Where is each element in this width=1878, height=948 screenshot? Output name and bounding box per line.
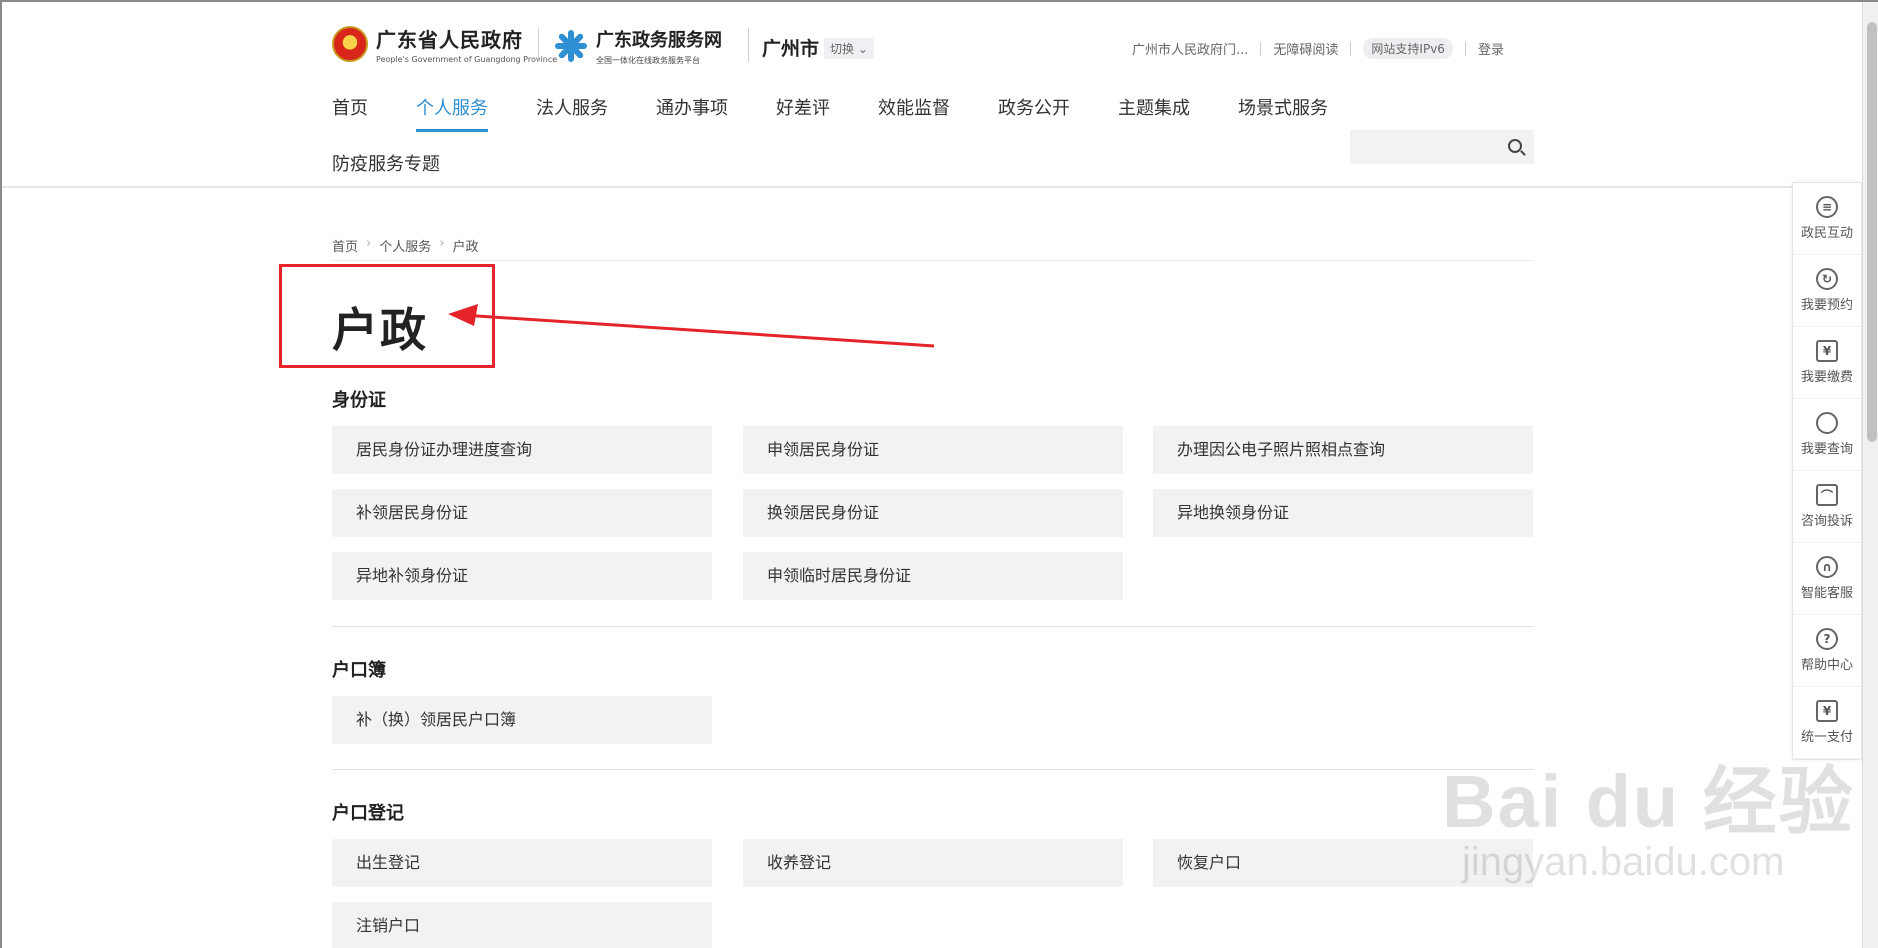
sidebar-item-customer-service[interactable]: ∩ 智能客服 (1793, 543, 1861, 615)
national-emblem-icon (332, 26, 368, 62)
ipv6-badge: 网站支持IPv6 (1363, 38, 1453, 59)
page: 广东省人民政府 People's Government of Guangdong… (0, 0, 1878, 948)
city-name: 广州市 (762, 38, 820, 60)
nav-efficiency-supervision[interactable]: 效能监督 (878, 94, 950, 132)
chat-icon: ≡ (1816, 196, 1838, 218)
logo-divider (538, 28, 539, 62)
gov-name-en: People's Government of Guangdong Provinc… (376, 55, 558, 64)
breadcrumb-divider (332, 260, 1534, 261)
sidebar-item-complaint[interactable]: ⌒ 咨询投诉 (1793, 471, 1861, 543)
nav-topics[interactable]: 主题集成 (1118, 94, 1190, 132)
gov-portal-link[interactable]: 广州市人民政府门... (1132, 39, 1248, 58)
sidebar-item-query[interactable]: 我要查询 (1793, 399, 1861, 471)
search-icon[interactable] (1508, 139, 1522, 153)
service-card[interactable]: 换领居民身份证 (743, 489, 1123, 537)
headset-icon: ∩ (1816, 556, 1838, 578)
nav-universal-matters[interactable]: 通办事项 (656, 94, 728, 132)
section-divider (332, 769, 1534, 770)
service-card[interactable]: 异地补领身份证 (332, 552, 712, 600)
section-title-id-card: 身份证 (332, 390, 386, 411)
service-card[interactable]: 注销户口 (332, 902, 712, 948)
section-title-household-register: 户口簿 (332, 660, 386, 681)
section-divider (332, 626, 1534, 627)
sidebar-item-appointment[interactable]: ↻ 我要预约 (1793, 255, 1861, 327)
baidu-watermark-url: jingyan.baidu.com (1462, 840, 1785, 884)
yuan-icon: ¥ (1816, 340, 1838, 362)
search-icon (1816, 412, 1838, 434)
nav-home[interactable]: 首页 (332, 94, 368, 132)
service-sub: 全国一体化在线政务服务平台 (596, 56, 700, 65)
service-card[interactable]: 出生登记 (332, 839, 712, 887)
accessibility-link[interactable]: 无障碍阅读 (1273, 39, 1338, 58)
service-name: 广东政务服务网 (596, 30, 722, 51)
service-card[interactable]: 收养登记 (743, 839, 1123, 887)
breadcrumb-personal[interactable]: 个人服务 (379, 236, 431, 255)
nav-corporate-services[interactable]: 法人服务 (536, 94, 608, 132)
chevron-right-icon: › (439, 236, 445, 251)
nav-rating[interactable]: 好差评 (776, 94, 830, 132)
service-card[interactable]: 申领临时居民身份证 (743, 552, 1123, 600)
clock-icon: ↻ (1816, 268, 1838, 290)
baidu-watermark: Bai du 经验 (1442, 760, 1855, 843)
pinwheel-icon (552, 28, 588, 64)
yuan-icon: ¥ (1816, 700, 1838, 722)
site-header: 广东省人民政府 People's Government of Guangdong… (2, 2, 1862, 188)
breadcrumb: 首页 › 个人服务 › 户政 (332, 236, 478, 255)
nav-personal-services[interactable]: 个人服务 (416, 94, 488, 132)
service-card[interactable]: 补（换）领居民户口簿 (332, 696, 712, 744)
service-card[interactable]: 补领居民身份证 (332, 489, 712, 537)
breadcrumb-current: 户政 (452, 240, 479, 255)
service-card[interactable]: 居民身份证办理进度查询 (332, 426, 712, 474)
sidebar-item-payment[interactable]: ¥ 我要缴费 (1793, 327, 1861, 399)
gov-name: 广东省人民政府 (376, 28, 523, 52)
gov-logo[interactable]: 广东省人民政府 People's Government of Guangdong… (332, 24, 557, 64)
nav-gov-openness[interactable]: 政务公开 (998, 94, 1070, 132)
service-card[interactable]: 申领居民身份证 (743, 426, 1123, 474)
screen-icon: ⌒ (1816, 484, 1838, 506)
breadcrumb-home[interactable]: 首页 (332, 236, 358, 255)
scrollbar-thumb[interactable] (1867, 22, 1877, 442)
city-divider (748, 28, 749, 62)
chevron-right-icon: › (366, 236, 372, 251)
city-switch-button[interactable]: 切换 ⌄ (824, 38, 874, 59)
main-nav: 首页 个人服务 法人服务 通办事项 好差评 效能监督 政务公开 主题集成 场景式… (332, 94, 1376, 132)
right-toolbar: ≡ 政民互动 ↻ 我要预约 ¥ 我要缴费 我要查询 ⌒ 咨询投诉 ∩ 智能客服 … (1792, 182, 1862, 760)
vertical-scrollbar[interactable] (1862, 2, 1878, 948)
service-logo[interactable]: 广东政务服务网 全国一体化在线政务服务平台 (552, 26, 722, 66)
sidebar-item-interaction[interactable]: ≡ 政民互动 (1793, 183, 1861, 255)
service-card[interactable]: 异地换领身份证 (1153, 489, 1533, 537)
section-title-household-registration: 户口登记 (332, 803, 404, 824)
top-links: 广州市人民政府门... 无障碍阅读 网站支持IPv6 登录 (1132, 38, 1504, 59)
annotation-arrow (448, 304, 935, 348)
help-icon: ? (1816, 628, 1838, 650)
search-input[interactable] (1350, 130, 1534, 164)
login-link[interactable]: 登录 (1478, 39, 1504, 58)
nav-scenario-services[interactable]: 场景式服务 (1238, 94, 1328, 132)
sidebar-item-help[interactable]: ? 帮助中心 (1793, 615, 1861, 687)
nav-epidemic-services[interactable]: 防疫服务专题 (332, 150, 440, 176)
service-card[interactable]: 办理因公电子照片照相点查询 (1153, 426, 1533, 474)
